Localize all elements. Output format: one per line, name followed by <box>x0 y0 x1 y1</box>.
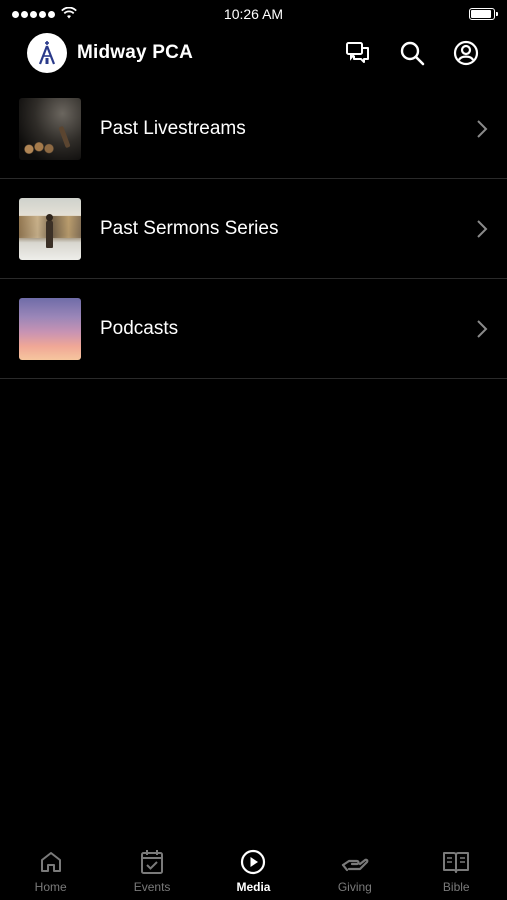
media-item-past-livestreams[interactable]: Past Livestreams <box>0 79 507 179</box>
header-actions <box>344 39 480 67</box>
tab-giving[interactable]: Giving <box>305 842 405 894</box>
media-item-label: Past Sermons Series <box>100 217 279 239</box>
tab-label: Giving <box>337 880 372 894</box>
wifi-icon <box>61 6 77 22</box>
church-logo-icon[interactable] <box>27 33 67 73</box>
sermons-thumbnail <box>19 197 81 260</box>
tab-label: Home <box>34 880 67 894</box>
tab-bible[interactable]: Bible <box>406 842 506 894</box>
tab-events[interactable]: Events <box>102 842 202 894</box>
status-left <box>12 6 77 22</box>
livestream-thumbnail <box>19 97 81 160</box>
media-item-past-sermons-series[interactable]: Past Sermons Series <box>0 179 507 279</box>
tab-bar: Home Events Media Giving Bible <box>0 842 507 900</box>
chat-icon[interactable] <box>344 39 372 67</box>
media-item-label: Podcasts <box>100 317 179 339</box>
tab-label: Bible <box>442 880 470 894</box>
status-bar: 10:26 AM <box>0 0 507 28</box>
app-title: Midway PCA <box>77 42 194 63</box>
media-list: Past Livestreams Past Sermons Series Pod… <box>0 79 507 379</box>
account-icon[interactable] <box>452 39 480 67</box>
tab-label: Media <box>236 880 271 894</box>
giving-hand-icon <box>341 848 369 876</box>
home-icon <box>37 848 65 876</box>
signal-dots-icon <box>12 10 55 18</box>
search-icon[interactable] <box>398 39 426 67</box>
tab-media[interactable]: Media <box>203 842 303 894</box>
chevron-right-icon <box>475 218 489 240</box>
app-header: Midway PCA <box>0 28 507 78</box>
media-item-podcasts[interactable]: Podcasts <box>0 279 507 379</box>
media-item-label: Past Livestreams <box>100 117 246 139</box>
chevron-right-icon <box>475 118 489 140</box>
podcasts-thumbnail <box>19 297 81 360</box>
tab-home[interactable]: Home <box>1 842 101 894</box>
play-icon <box>239 848 267 876</box>
tab-label: Events <box>133 880 171 894</box>
chevron-right-icon <box>475 318 489 340</box>
battery-fill <box>471 10 491 18</box>
battery-icon <box>469 8 498 20</box>
book-icon <box>442 848 470 876</box>
calendar-icon <box>138 848 166 876</box>
